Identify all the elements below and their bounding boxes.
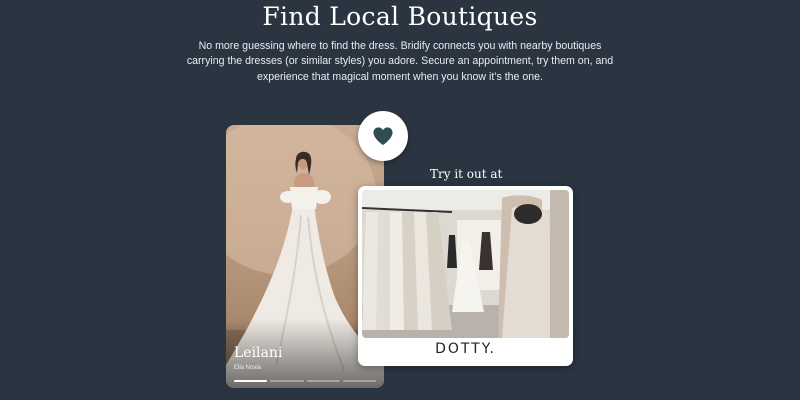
favorite-button[interactable] bbox=[358, 111, 408, 161]
dress-name: Leilani bbox=[234, 345, 283, 361]
boutique-card[interactable]: DOTTY. bbox=[358, 186, 573, 366]
designer-name: Ella Novia bbox=[234, 365, 262, 371]
progress-segment-active bbox=[234, 380, 268, 382]
section-description: No more guessing where to find the dress… bbox=[186, 40, 614, 83]
page-title: Find Local Boutiques bbox=[262, 2, 538, 31]
try-it-label: Try it out at bbox=[430, 167, 503, 181]
boutique-logo: DOTTY. bbox=[435, 341, 496, 357]
progress-segment bbox=[270, 380, 304, 382]
slide-progress bbox=[234, 380, 376, 383]
heart-icon bbox=[373, 127, 393, 146]
boutique-photo bbox=[362, 190, 569, 338]
progress-segment bbox=[306, 380, 340, 382]
progress-segment bbox=[342, 380, 376, 382]
